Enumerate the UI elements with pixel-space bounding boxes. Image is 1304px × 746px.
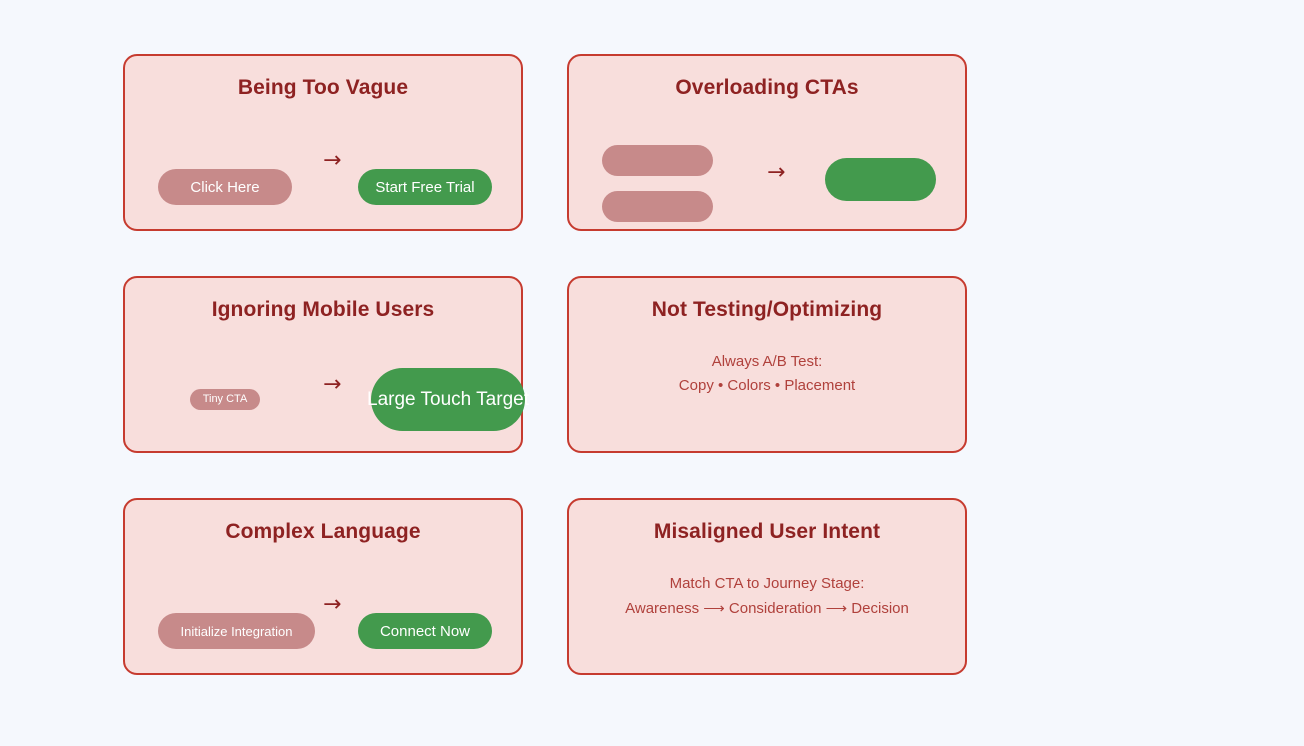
good-cta-pill[interactable]: Connect Now [358,613,492,649]
card-being-too-vague: Being Too Vague Click Here → Start Free … [123,54,523,231]
card-title: Misaligned User Intent [653,520,881,543]
card-title: Not Testing/Optimizing [651,298,883,321]
card-title: Overloading CTAs [675,76,859,99]
bad-cta-pill-first[interactable] [602,145,713,176]
card-body-line-1: Match CTA to Journey Stage: [669,575,865,592]
card-not-testing-optimizing: Not Testing/Optimizing Always A/B Test: … [567,276,967,453]
card-ignoring-mobile-users: Ignoring Mobile Users Tiny CTA → Large T… [123,276,529,453]
arrow-right-icon: → [323,372,342,397]
bad-cta-pill[interactable]: Tiny CTA [190,389,260,410]
bad-cta-pill-second[interactable] [602,191,713,222]
card-misaligned-user-intent: Misaligned User Intent Match CTA to Jour… [567,498,967,675]
card-body-line-2: Awareness ⟶ Consideration ⟶ Decision [625,600,909,617]
card-complex-language: Complex Language Initialize Integration … [123,498,523,675]
card-body-line-2: Copy • Colors • Placement [678,377,856,394]
card-title: Being Too Vague [237,76,409,99]
card-title: Ignoring Mobile Users [211,298,435,321]
arrow-right-icon: → [767,160,786,185]
good-cta-pill[interactable] [825,158,936,201]
card-overloading-ctas: Overloading CTAs → [567,54,967,231]
card-title: Complex Language [225,520,421,543]
arrow-right-icon: → [323,148,342,173]
arrow-right-icon: → [323,592,342,617]
good-cta-pill[interactable]: Large Touch Target [367,368,529,431]
card-body-line-1: Always A/B Test: [711,353,823,370]
bad-cta-pill[interactable]: Initialize Integration [158,613,315,649]
good-cta-pill[interactable]: Start Free Trial [358,169,492,205]
cta-mistakes-board: Being Too Vague Click Here → Start Free … [0,0,1304,746]
bad-cta-pill[interactable]: Click Here [158,169,292,205]
